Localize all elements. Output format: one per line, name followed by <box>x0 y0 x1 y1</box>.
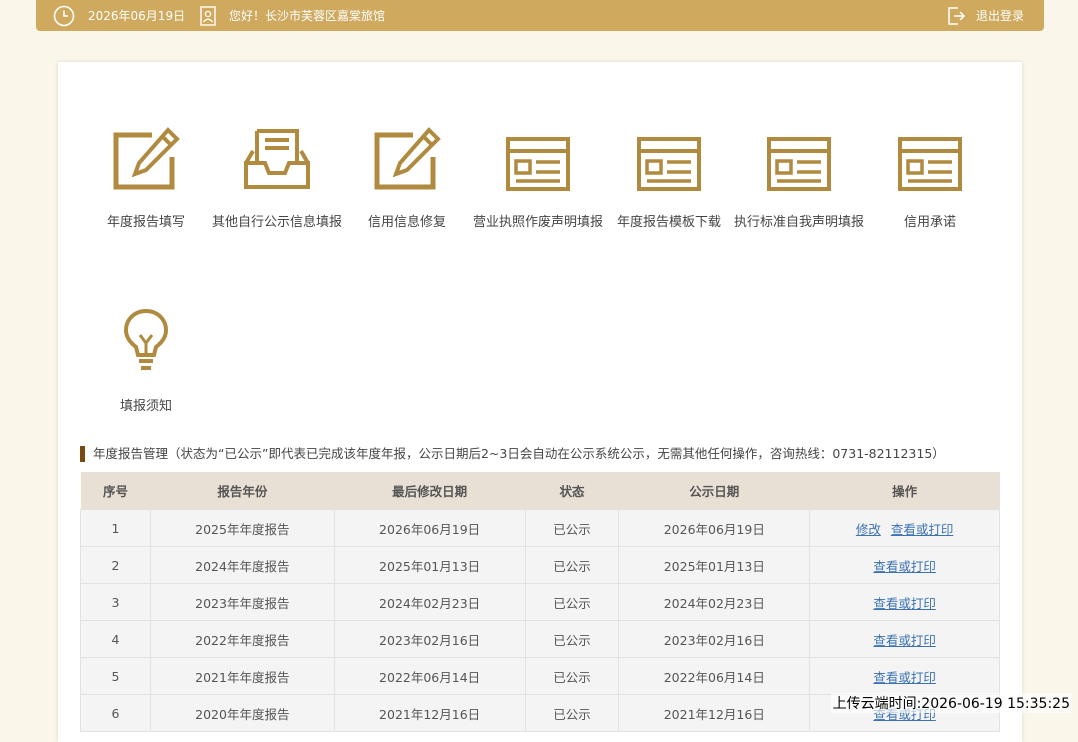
cell-no: 5 <box>80 657 151 695</box>
main-panel: 年度报告填写 其他自行公示信息填报 信用信息修复 营业执照作废声明填报 年度报告… <box>58 62 1022 742</box>
greeting-area: 您好！长沙市芙蓉区嘉棠旅馆 <box>200 0 385 31</box>
filing-notice-button[interactable]: 填报须知 <box>81 307 211 414</box>
edit-pencil-icon <box>81 125 211 191</box>
edit-pencil-icon <box>342 125 472 191</box>
cell-modified: 2023年02月16日 <box>333 620 526 658</box>
table-row: 4 2022年年度报告 2023年02月16日 已公示 2023年02月16日 … <box>80 620 1000 658</box>
other-disclosure-fill-button[interactable]: 其他自行公示信息填报 <box>212 125 342 230</box>
cell-action: 查看或打印 <box>809 657 1000 695</box>
section-title: 年度报告管理（状态为“已公示”即代表已完成该年度年报，公示日期后2~3日会自动在… <box>80 446 945 462</box>
cell-status: 已公示 <box>524 620 620 658</box>
cell-status: 已公示 <box>524 546 620 584</box>
view-print-link[interactable]: 查看或打印 <box>873 633 936 648</box>
greeting-text: 您好！长沙市芙蓉区嘉棠旅馆 <box>229 9 386 23</box>
cell-action: 查看或打印 <box>809 583 1000 621</box>
view-print-link[interactable]: 查看或打印 <box>873 670 936 685</box>
cell-no: 1 <box>80 509 151 547</box>
cell-modified: 2024年02月23日 <box>333 583 526 621</box>
icon-label: 信用承诺 <box>903 215 956 230</box>
standard-self-declaration-button[interactable]: 执行标准自我声明填报 <box>734 125 864 230</box>
cell-year: 2025年年度报告 <box>149 509 335 547</box>
cell-no: 2 <box>80 546 151 584</box>
clock-icon <box>53 5 75 27</box>
report-template-download-button[interactable]: 年度报告模板下载 <box>604 125 734 230</box>
cell-modified: 2022年06月14日 <box>333 657 526 695</box>
logout-button[interactable]: 退出登录 <box>946 0 1024 31</box>
icon-label: 年度报告模板下载 <box>616 215 721 230</box>
cell-action: 修改 查看或打印 <box>809 509 1000 547</box>
cell-status: 已公示 <box>524 657 620 695</box>
cell-published: 2022年06月14日 <box>618 657 811 695</box>
edit-link[interactable]: 修改 <box>856 522 881 537</box>
cell-year: 2022年年度报告 <box>149 620 335 658</box>
cell-no: 3 <box>80 583 151 621</box>
table-header-row: 序号 报告年份 最后修改日期 状态 公示日期 操作 <box>80 472 1000 510</box>
date-area: 2026年06月19日 <box>53 0 185 31</box>
logout-icon <box>946 6 966 26</box>
view-print-link[interactable]: 查看或打印 <box>873 596 936 611</box>
col-header-modified: 最后修改日期 <box>334 472 525 510</box>
cell-status: 已公示 <box>524 583 620 621</box>
table-row: 5 2021年年度报告 2022年06月14日 已公示 2022年06月14日 … <box>80 657 1000 695</box>
col-header-published: 公示日期 <box>618 472 810 510</box>
form-window-icon <box>865 125 995 191</box>
icon-label: 营业执照作废声明填报 <box>473 215 604 230</box>
cell-action: 查看或打印 <box>809 546 1000 584</box>
col-header-action: 操作 <box>809 472 1000 510</box>
view-print-link[interactable]: 查看或打印 <box>873 559 936 574</box>
icon-label: 其他自行公示信息填报 <box>212 215 343 230</box>
form-window-icon <box>604 125 734 191</box>
credit-repair-button[interactable]: 信用信息修复 <box>342 125 472 230</box>
current-date: 2026年06月19日 <box>88 9 186 23</box>
cell-year: 2023年年度报告 <box>149 583 335 621</box>
top-bar: 2026年06月19日 您好！长沙市芙蓉区嘉棠旅馆 退出登录 <box>36 0 1044 31</box>
col-header-year: 报告年份 <box>150 472 335 510</box>
cell-published: 2025年01月13日 <box>618 546 811 584</box>
cell-modified: 2026年06月19日 <box>333 509 526 547</box>
upload-timestamp-watermark: 上传云端时间:2026-06-19 15:35:25 <box>830 693 1072 713</box>
lightbulb-icon <box>81 307 211 373</box>
icon-label: 信用信息修复 <box>367 215 446 230</box>
form-window-icon <box>734 125 864 191</box>
cell-action: 查看或打印 <box>809 620 1000 658</box>
cell-published: 2021年12月16日 <box>618 694 811 732</box>
inbox-tray-icon <box>212 125 342 191</box>
table-row: 1 2025年年度报告 2026年06月19日 已公示 2026年06月19日 … <box>80 509 1000 547</box>
form-window-icon <box>473 125 603 191</box>
credit-commitment-button[interactable]: 信用承诺 <box>865 125 995 230</box>
license-void-statement-button[interactable]: 营业执照作废声明填报 <box>473 125 603 230</box>
col-header-status: 状态 <box>525 472 619 510</box>
logout-label: 退出登录 <box>976 9 1025 23</box>
annual-report-fill-button[interactable]: 年度报告填写 <box>81 125 211 230</box>
icon-label: 填报须知 <box>119 399 172 414</box>
cell-year: 2024年年度报告 <box>149 546 335 584</box>
cell-modified: 2025年01月13日 <box>333 546 526 584</box>
cell-no: 6 <box>80 694 151 732</box>
col-header-no: 序号 <box>80 472 151 510</box>
cell-published: 2026年06月19日 <box>618 509 811 547</box>
cell-status: 已公示 <box>524 509 620 547</box>
user-icon <box>200 5 216 26</box>
cell-year: 2020年年度报告 <box>149 694 335 732</box>
view-print-link[interactable]: 查看或打印 <box>891 522 954 537</box>
table-row: 3 2023年年度报告 2024年02月23日 已公示 2024年02月23日 … <box>80 583 1000 621</box>
cell-no: 4 <box>80 620 151 658</box>
cell-status: 已公示 <box>524 694 620 732</box>
icon-label: 执行标准自我声明填报 <box>734 215 865 230</box>
cell-year: 2021年年度报告 <box>149 657 335 695</box>
cell-modified: 2021年12月16日 <box>333 694 526 732</box>
icon-label: 年度报告填写 <box>106 215 185 230</box>
cell-published: 2024年02月23日 <box>618 583 811 621</box>
table-row: 2 2024年年度报告 2025年01月13日 已公示 2025年01月13日 … <box>80 546 1000 584</box>
cell-published: 2023年02月16日 <box>618 620 811 658</box>
